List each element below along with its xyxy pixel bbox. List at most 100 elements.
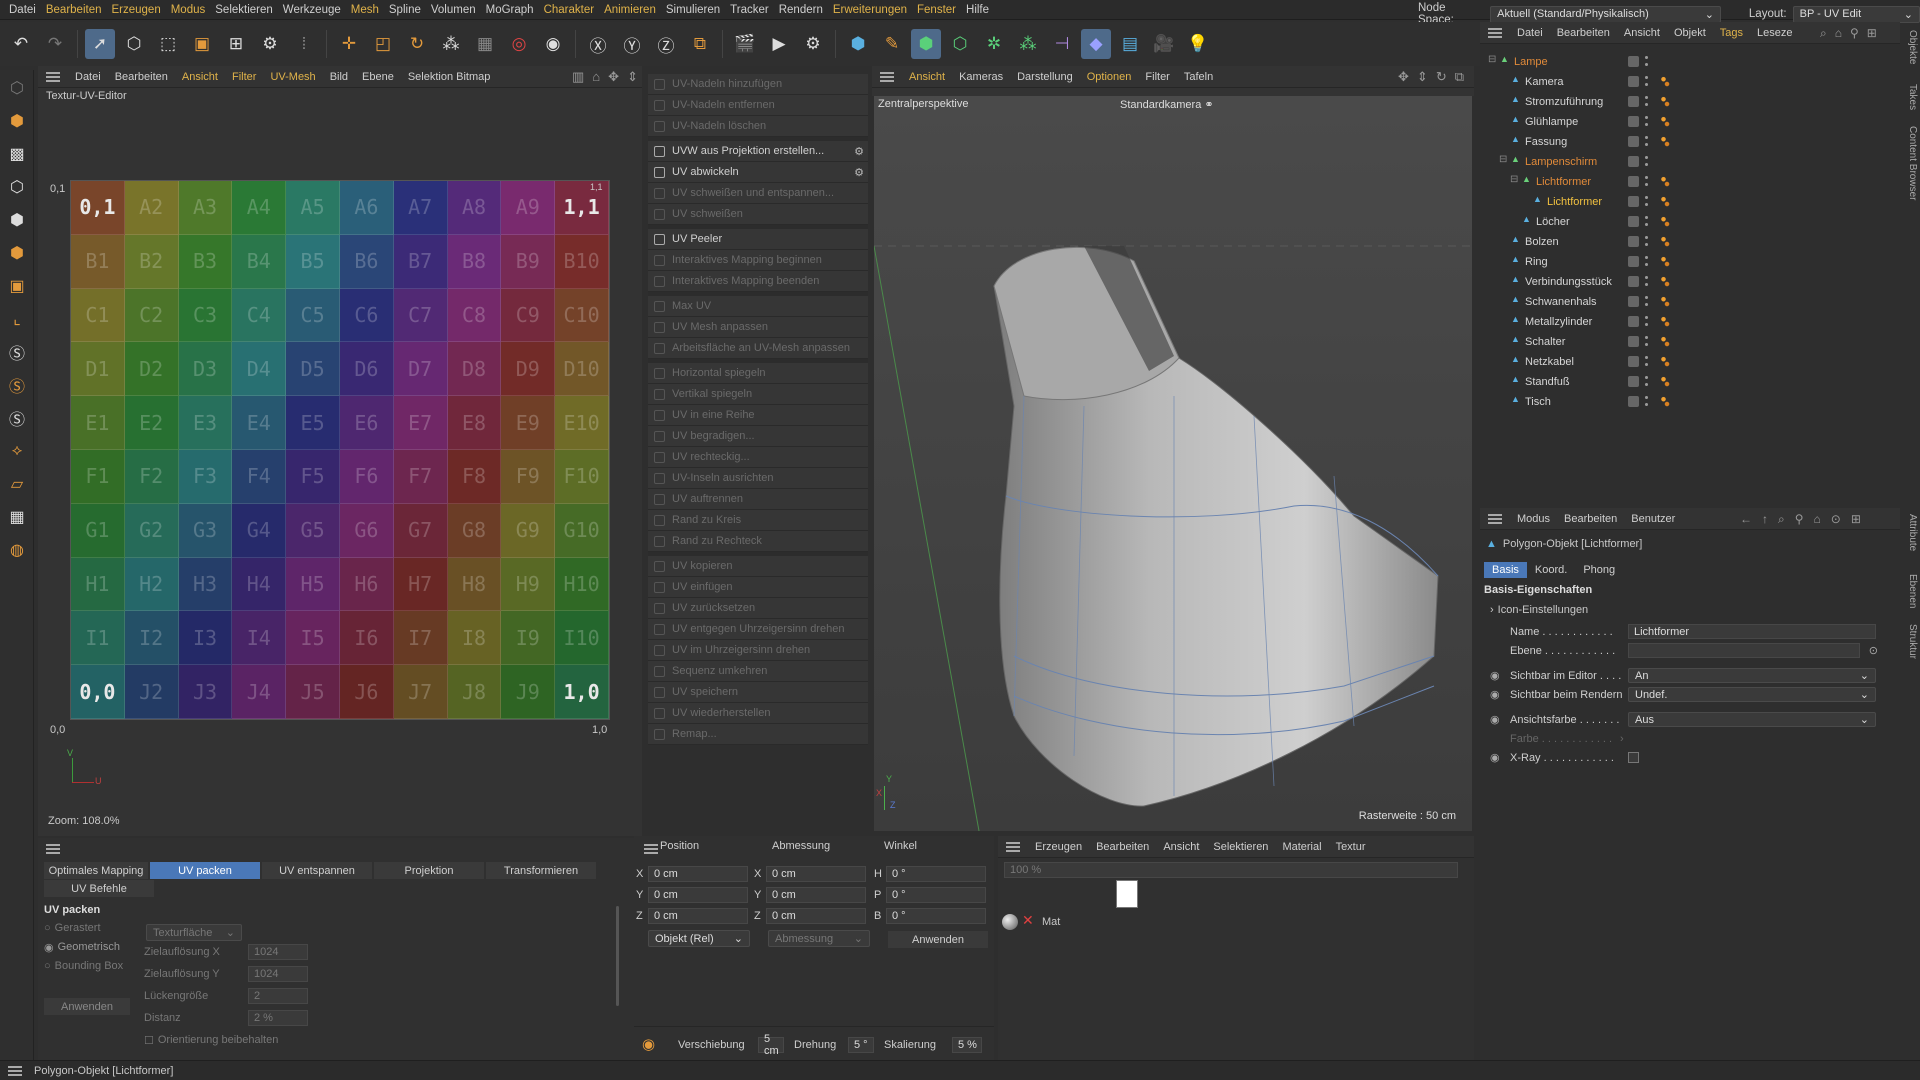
polygons-mode-icon[interactable]: ⬢ (2, 238, 32, 268)
menu-item-ansicht[interactable]: Ansicht (1156, 841, 1206, 853)
menu-item-filter[interactable]: Filter (1138, 71, 1176, 83)
undo-icon[interactable]: ↶ (6, 29, 36, 59)
panel-menu-icon[interactable] (46, 71, 60, 82)
uv-command-item[interactable]: UV-Nadeln entfernen (648, 95, 868, 116)
visibility-toggle[interactable] (1628, 196, 1639, 207)
visibility-toggle[interactable] (1628, 176, 1639, 187)
menu-item-optionen[interactable]: Optionen (1080, 71, 1139, 83)
menu-item-werkzeuge[interactable]: Werkzeuge (278, 4, 346, 16)
model-mode-icon[interactable]: ⬢ (2, 106, 32, 136)
expand-toggle-icon[interactable]: ⊟ (1499, 154, 1507, 165)
uv-command-item[interactable]: Interaktives Mapping beenden (648, 271, 868, 292)
res-x-input[interactable]: 1024 (248, 944, 308, 960)
rotate-icon[interactable]: ↻ (402, 29, 432, 59)
attr-tab-coord[interactable]: Koord. (1527, 562, 1575, 578)
object-tree-row[interactable]: ⊟ ▲ Lampenschirm (1480, 152, 1900, 172)
menu-item-ansicht[interactable]: Ansicht (1617, 27, 1667, 39)
uv-command-item[interactable]: UVW aus Projektion erstellen... ⚙ (648, 141, 868, 162)
layer-pick-icon[interactable]: ⊙ (1869, 644, 1878, 657)
uv-command-item[interactable]: Rand zu Kreis (648, 510, 868, 531)
texture-area-dropdown[interactable]: Texturfläche ⌄ (146, 924, 242, 941)
material-tag-icon[interactable] (1660, 75, 1670, 87)
uv-tools-tab[interactable]: Projektion (374, 862, 484, 879)
opt-bbox[interactable]: ○ Bounding Box (44, 960, 123, 972)
uv-command-item[interactable]: Vertikal spiegeln (648, 384, 868, 405)
object-tree-row[interactable]: ▲ Glühlampe (1480, 112, 1900, 132)
scrollbar[interactable] (616, 906, 619, 1006)
visibility-toggle[interactable] (1628, 256, 1639, 267)
material-zoom-bar[interactable]: 100 % (1004, 862, 1458, 878)
menu-item-uv-mesh[interactable]: UV-Mesh (263, 71, 322, 83)
texture-preview-icon[interactable] (1116, 880, 1138, 908)
locked-workplane-icon[interactable]: ▦ (2, 502, 32, 532)
enable-snap-icon[interactable]: ⟡ (2, 436, 32, 466)
panel-menu-icon[interactable] (880, 71, 894, 82)
render-dots-icon[interactable] (1644, 154, 1649, 168)
vis-editor-dropdown[interactable]: An ⌄ (1628, 668, 1876, 683)
home-icon[interactable]: ⌂ (1835, 26, 1842, 41)
uv-tools-tab[interactable]: Transformieren (486, 862, 596, 879)
menu-item-hilfe[interactable]: Hilfe (961, 4, 994, 16)
material-tag-icon[interactable] (1660, 295, 1670, 307)
object-tree-row[interactable]: ⊟ ▲ Lampe (1480, 52, 1900, 72)
material-tag-icon[interactable] (1660, 255, 1670, 267)
pos-z-input[interactable]: 0 cm (648, 908, 748, 924)
gear-icon[interactable]: ⚙ (854, 145, 864, 158)
gear-icon[interactable]: ⚙ (854, 166, 864, 179)
menu-item-datei[interactable]: Datei (1510, 27, 1550, 39)
menu-item-objekt[interactable]: Objekt (1667, 27, 1713, 39)
panel-menu-icon[interactable] (644, 844, 658, 854)
menu-item-bearbeiten[interactable]: Bearbeiten (1089, 841, 1156, 853)
render-dots-icon[interactable] (1644, 54, 1649, 68)
menu-item-kameras[interactable]: Kameras (952, 71, 1010, 83)
uv-command-item[interactable]: Remap... (648, 724, 868, 745)
filter-icon[interactable]: ⚲ (1795, 512, 1804, 527)
menu-item-bearbeiten[interactable]: Bearbeiten (1557, 513, 1624, 525)
visibility-toggle[interactable] (1628, 396, 1639, 407)
material-tag-icon[interactable] (1660, 395, 1670, 407)
live-select-icon[interactable]: ▦ (470, 29, 500, 59)
pan-icon[interactable]: ✥ (608, 69, 619, 85)
uv-pack-apply-button[interactable]: Anwenden (44, 998, 130, 1015)
uv-checker-texture[interactable]: 0,1 A2 A3 A4 A5 A6 A7 A8 A9 1,1 B1 B2 B3 B4 B5 B6 B7 B8 B9… (70, 180, 610, 720)
lock-icon[interactable]: ⌂ (592, 69, 600, 85)
render-dots-icon[interactable] (1644, 194, 1649, 208)
material-tag-icon[interactable] (1660, 135, 1670, 147)
uv-command-item[interactable]: UV entgegen Uhrzeigersinn drehen (648, 619, 868, 640)
up-arrow-icon[interactable]: ↑ (1762, 512, 1768, 527)
visibility-toggle[interactable] (1628, 76, 1639, 87)
axis-mode-icon[interactable]: ⌞ (2, 304, 32, 334)
uv-command-item[interactable]: UV Peeler (648, 229, 868, 250)
render-dots-icon[interactable] (1644, 114, 1649, 128)
frame-selection-icon[interactable]: ⬚ (153, 29, 183, 59)
planar-workplane-icon[interactable]: ◍ (2, 535, 32, 565)
move-step-input[interactable]: 5 cm (758, 1033, 784, 1057)
object-tree-row[interactable]: ▲ Kamera (1480, 72, 1900, 92)
object-tree-row[interactable]: ▲ Netzkabel (1480, 352, 1900, 372)
menu-item-tracker[interactable]: Tracker (725, 4, 774, 16)
visibility-toggle[interactable] (1628, 116, 1639, 127)
psr-icon[interactable]: ◎ (504, 29, 534, 59)
edges-mode-icon[interactable]: ⬢ (2, 205, 32, 235)
workplane-icon[interactable]: ⚙ (255, 29, 285, 59)
workplane-mode-icon[interactable]: ▱ (2, 469, 32, 499)
menu-item-tafeln[interactable]: Tafeln (1177, 71, 1220, 83)
material-tag-icon[interactable] (1660, 335, 1670, 347)
add-panel-icon[interactable]: ⊞ (1867, 26, 1877, 41)
size-z-input[interactable]: 0 cm (766, 908, 866, 924)
gap-input[interactable]: 2 (248, 988, 308, 1004)
uv-command-item[interactable]: Sequenz umkehren (648, 661, 868, 682)
light-icon[interactable]: 💡 (1183, 29, 1213, 59)
menu-item-selektieren[interactable]: Selektieren (210, 4, 278, 16)
menu-item-modus[interactable]: Modus (166, 4, 211, 16)
menu-item-ebene[interactable]: Ebene (355, 71, 401, 83)
material-tag-icon[interactable] (1660, 235, 1670, 247)
settings-icon[interactable]: ⊙ (1831, 512, 1841, 527)
uv-command-item[interactable]: UV-Nadeln löschen (648, 116, 868, 137)
make-editable-icon[interactable]: ⬡ (2, 73, 32, 103)
menu-item-fenster[interactable]: Fenster (912, 4, 961, 16)
pen-icon[interactable]: ✎ (877, 29, 907, 59)
menu-item-erzeugen[interactable]: Erzeugen (106, 4, 165, 16)
scene-icon[interactable]: ◆ (1081, 29, 1111, 59)
render-dots-icon[interactable] (1644, 254, 1649, 268)
